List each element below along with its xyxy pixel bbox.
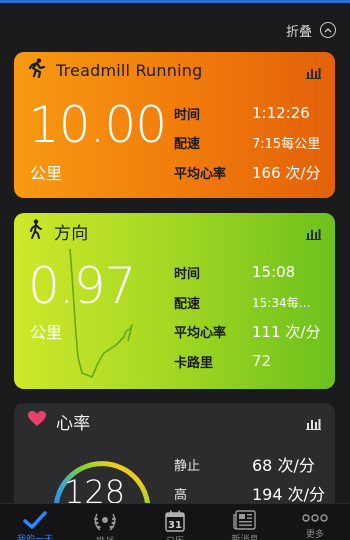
stat-value: 72: [252, 352, 272, 370]
stat-value: 166 次/分: [252, 163, 321, 182]
activity-card-treadmill[interactable]: Treadmill Running 10.00 公里 时间 1:12:26 配速…: [14, 52, 335, 198]
stat-label: 时间: [174, 266, 201, 282]
stat-label: 时间: [174, 107, 201, 123]
stat-row-calories: 卡路里 72: [174, 350, 329, 372]
stat-label: 静止: [174, 458, 201, 474]
stat-label: 卡路里: [174, 355, 214, 371]
tab-label: 更多: [305, 530, 324, 540]
calendar-day: 31: [168, 520, 182, 531]
tab-calendar[interactable]: 31 日历: [140, 504, 210, 540]
distance-unit: 公里: [30, 323, 63, 342]
tab-more[interactable]: 更多: [280, 504, 350, 540]
stat-value: 1:12:26: [252, 104, 310, 122]
running-person-icon: [28, 58, 46, 82]
card-title: 心率: [56, 413, 91, 434]
stat-value: 15:08: [252, 263, 296, 281]
checkmark-icon: [23, 510, 47, 530]
newsfeed-icon: [233, 510, 257, 530]
tab-challenges[interactable]: 挑战: [70, 504, 140, 540]
bar-chart-icon[interactable]: [306, 64, 321, 83]
heart-icon: [28, 411, 46, 431]
tab-newsfeed[interactable]: 新消息: [210, 504, 280, 540]
stat-row-resting-hr: 静止 68 次/分: [174, 453, 329, 475]
collapse-label: 折叠: [285, 24, 312, 40]
stat-label: 平均心率: [174, 166, 227, 182]
card-title: 方向: [54, 223, 89, 244]
calendar-icon: 31: [165, 510, 185, 532]
tab-label: 新消息: [231, 535, 259, 540]
stat-row-pace: 配速 7:15每公里: [174, 131, 329, 153]
bottom-tab-bar: 我的一天 挑战 31 日历: [0, 503, 350, 540]
card-header: 心率: [14, 403, 335, 439]
stat-label: 配速: [174, 296, 201, 312]
stat-row-pace: 配速 15:34每…: [174, 291, 329, 313]
distance-value: 10.00: [28, 96, 167, 154]
card-header: Treadmill Running: [14, 52, 335, 88]
stat-row-time: 时间 15:08: [174, 261, 329, 283]
distance-unit: 公里: [30, 164, 63, 183]
top-accent-line: [0, 0, 350, 3]
tab-my-day[interactable]: 我的一天: [0, 504, 70, 540]
tab-label: 挑战: [96, 534, 114, 540]
stat-value: 15:34每…: [252, 295, 311, 310]
stat-value: 111 次/分: [252, 322, 321, 341]
card-title: Treadmill Running: [56, 60, 203, 80]
stat-row-avg-hr: 平均心率 166 次/分: [174, 161, 329, 183]
laurel-icon: [92, 510, 118, 532]
tab-label: 我的一天: [16, 535, 53, 540]
stat-label: 平均心率: [174, 325, 227, 341]
bar-chart-icon[interactable]: [306, 415, 321, 434]
more-dots-icon: [302, 510, 328, 525]
stat-value: 7:15每公里: [252, 136, 321, 152]
stat-row-time: 时间 1:12:26: [174, 102, 329, 124]
stat-value: 194 次/分: [252, 485, 326, 504]
chevron-up-icon: [320, 22, 336, 38]
bar-chart-icon[interactable]: [306, 225, 321, 244]
activity-card-walking[interactable]: 方向 0.97 公里 时间 15:08 配速 15:34每… 平均心率 111 …: [14, 213, 335, 389]
distance-value: 0.97: [28, 257, 136, 315]
collapse-toggle[interactable]: 折叠: [286, 20, 336, 40]
stat-label: 高: [174, 487, 188, 503]
stat-row-high-hr: 高 194 次/分: [174, 482, 329, 504]
card-header: 方向: [14, 213, 335, 249]
tab-label: 日历: [166, 534, 184, 540]
walking-person-icon: [28, 219, 44, 243]
stat-value: 68 次/分: [252, 456, 315, 475]
stat-row-avg-hr: 平均心率 111 次/分: [174, 320, 329, 342]
stat-label: 配速: [174, 136, 201, 152]
